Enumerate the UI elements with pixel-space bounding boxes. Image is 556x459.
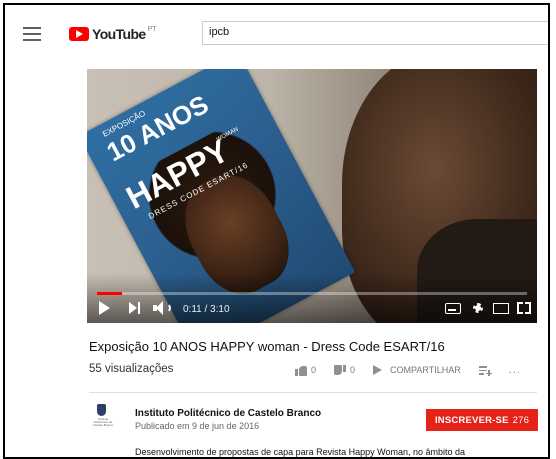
view-count: 55 visualizações xyxy=(89,363,174,375)
next-icon[interactable] xyxy=(129,300,143,316)
more-icon: ... xyxy=(508,364,521,376)
channel-name[interactable]: Instituto Politécnico de Castelo Branco xyxy=(135,408,321,419)
progress-fill xyxy=(97,292,122,295)
hamburger-menu-icon[interactable] xyxy=(23,27,41,41)
subscribe-button[interactable]: INSCREVER-SE 276 xyxy=(426,409,538,431)
avatar-caption: Instituto Politécnico de Castelo Branco xyxy=(92,417,114,427)
fullscreen-icon[interactable] xyxy=(517,302,531,314)
video-actions: 0 0 COMPARTILHAR ... xyxy=(295,364,521,376)
share-button[interactable]: COMPARTILHAR xyxy=(373,365,461,375)
search-input[interactable]: ipcb xyxy=(202,21,548,45)
divider xyxy=(89,392,537,393)
share-icon xyxy=(373,365,383,375)
settings-gear-icon[interactable] xyxy=(471,301,485,315)
crest-icon xyxy=(97,404,106,416)
add-to-playlist-icon xyxy=(478,365,492,376)
dislike-button[interactable]: 0 xyxy=(334,365,355,376)
add-to-playlist-button[interactable] xyxy=(478,365,492,376)
dislike-count: 0 xyxy=(350,365,356,375)
video-title: Exposição 10 ANOS HAPPY woman - Dress Co… xyxy=(89,339,445,354)
subscriber-count: 276 xyxy=(512,414,530,426)
time-display: 0:11 / 3:10 xyxy=(183,304,230,315)
share-label: COMPARTILHAR xyxy=(390,365,461,375)
thumbs-down-icon xyxy=(334,365,346,376)
video-description: Desenvolvimento de propostas de capa par… xyxy=(135,447,466,457)
theater-mode-icon[interactable] xyxy=(493,303,509,314)
subscribe-label: INSCREVER-SE xyxy=(434,414,509,426)
subtitles-icon[interactable] xyxy=(445,303,461,314)
youtube-logo[interactable]: YouTube PT xyxy=(69,26,157,42)
publish-date: Publicado em 9 de jun de 2016 xyxy=(135,421,260,431)
channel-avatar[interactable]: Instituto Politécnico de Castelo Branco xyxy=(91,404,113,430)
like-count: 0 xyxy=(311,365,317,375)
youtube-window: YouTube PT ipcb EXPOSIÇÃO 10 ANOS HAPPY … xyxy=(3,3,550,459)
play-icon[interactable] xyxy=(99,301,110,315)
video-player[interactable]: EXPOSIÇÃO 10 ANOS HAPPY WOMAN DRESS CODE… xyxy=(87,69,537,323)
progress-bar[interactable] xyxy=(97,292,527,295)
more-actions-button[interactable]: ... xyxy=(509,364,521,376)
top-bar: YouTube PT ipcb xyxy=(5,5,548,61)
thumbs-up-icon xyxy=(295,365,307,376)
logo-text: YouTube xyxy=(92,26,146,42)
youtube-play-icon xyxy=(69,27,89,41)
volume-icon[interactable] xyxy=(153,300,171,316)
country-code: PT xyxy=(147,25,157,33)
like-button[interactable]: 0 xyxy=(295,365,316,376)
